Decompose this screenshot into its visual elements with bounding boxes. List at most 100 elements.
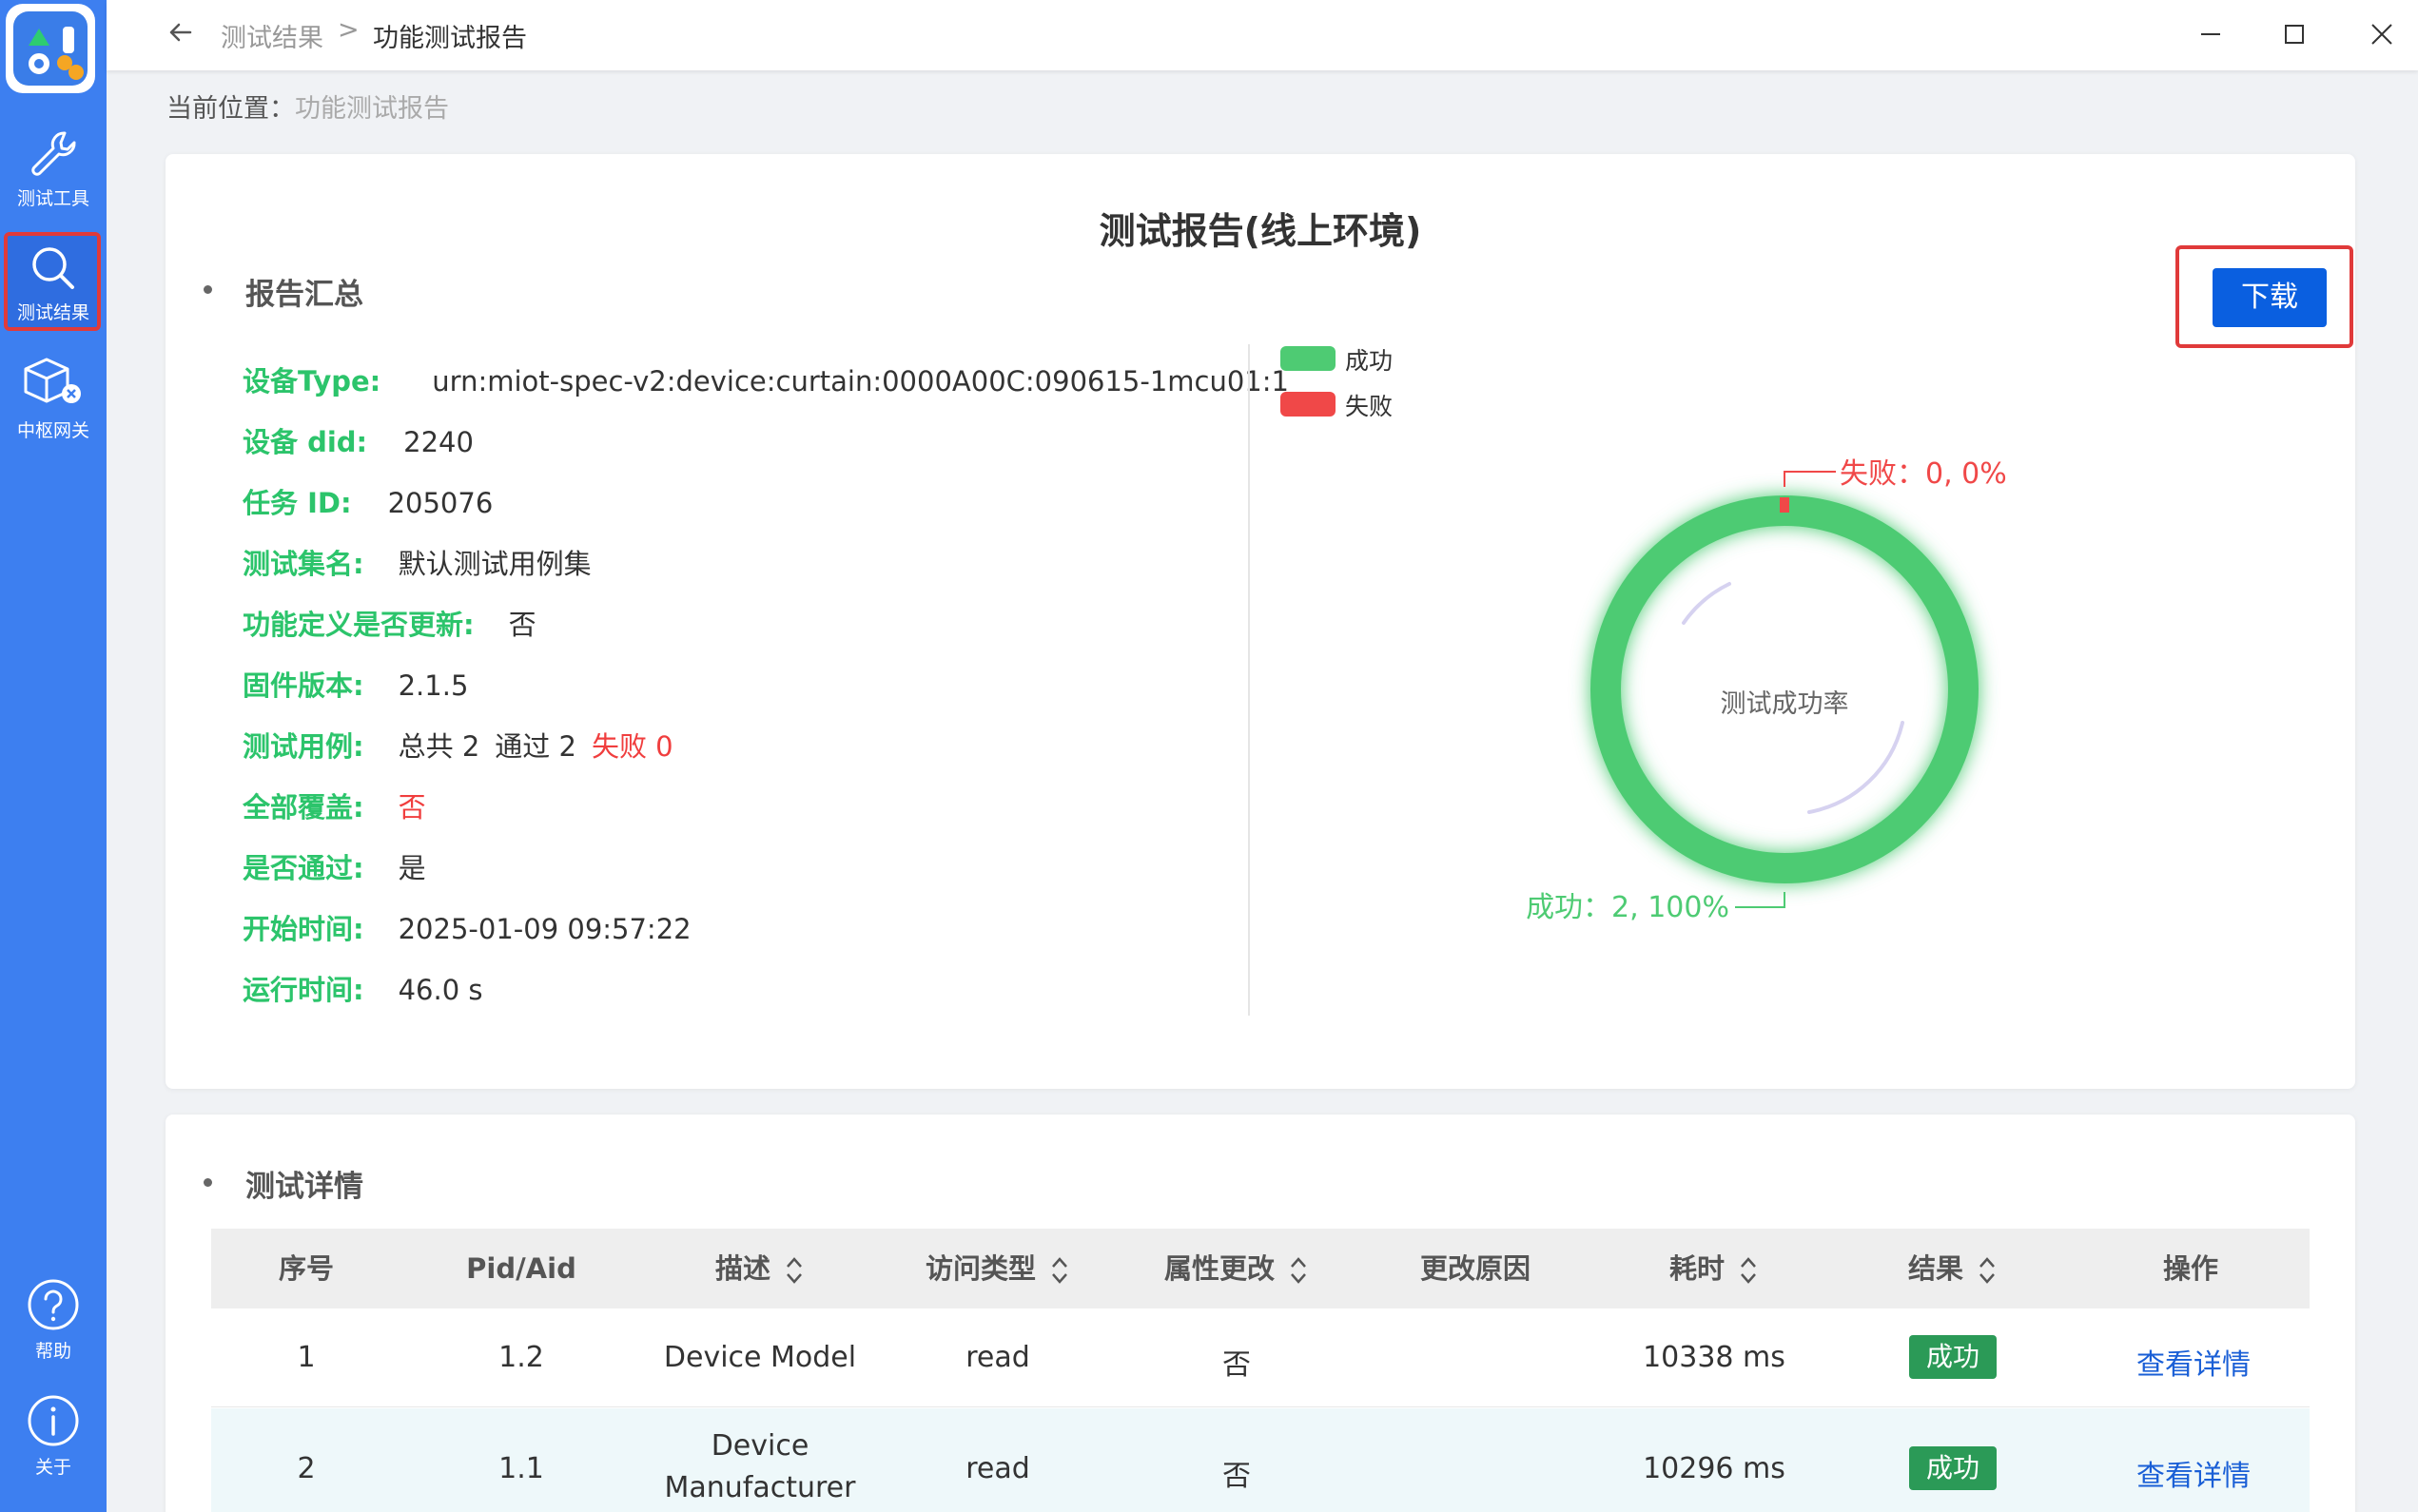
cell-duration: 10338 ms [1643,1341,1785,1374]
sidebar-item-label: 帮助 [34,1341,71,1362]
search-icon [32,247,74,289]
info-test-cases: 测试用例: 总共 2 通过 2 失败 0 [243,725,673,765]
cases-fail: 失败 0 [591,730,673,763]
cases-pass: 通过 2 [495,730,576,763]
legend-swatch-fail[interactable] [1280,392,1336,417]
fail-slice-label: 失败：0, 0% [1840,457,2007,491]
col-label: 属性更改 [1163,1252,1275,1285]
info-label: 是否通过: [243,852,364,884]
view-details-link[interactable]: 查看详情 [2136,1452,2251,1494]
col-index: 序号 [278,1252,334,1285]
col-duration[interactable]: 耗时 [1594,1229,1834,1308]
col-pid-aid: Pid/Aid [466,1252,576,1285]
col-property-changed[interactable]: 属性更改 [1117,1229,1356,1308]
success-label-leader [1735,892,1785,908]
cube-icon [24,358,81,403]
sort-icon[interactable] [1738,1251,1759,1289]
report-title: 测试报告(线上环境) [1099,210,1422,252]
info-spec-updated: 功能定义是否更新: 否 [243,603,536,643]
info-label: 固件版本: [243,669,364,702]
sidebar-item-test-tools[interactable]: 测试工具 [0,118,107,223]
sidebar-item-about[interactable]: 关于 [0,1383,107,1487]
back-arrow-icon[interactable] [164,15,198,49]
sort-icon[interactable] [784,1251,805,1289]
legend-label-fail: 失败 [1345,393,1394,420]
download-button[interactable]: 下载 [2213,268,2327,327]
col-description[interactable]: 描述 [641,1229,879,1308]
title-bar: 测试结果 > 功能测试报告 [107,0,2418,70]
minimize-icon[interactable] [2190,13,2232,55]
info-test-set: 测试集名: 默认测试用例集 [243,542,592,582]
sort-icon[interactable] [1977,1251,1998,1289]
location-value: 功能测试报告 [295,94,449,124]
cell-desc: Device Model [663,1341,857,1374]
info-value: urn:miot-spec-v2:device:curtain:0000A00C… [432,365,1289,397]
info-label: 全部覆盖: [243,791,364,824]
info-value: 205076 [387,487,494,519]
info-label: 测试集名: [243,548,364,580]
sidebar-item-help[interactable]: 帮助 [0,1267,107,1371]
info-did: 设备 did: 2240 [243,420,474,460]
wrench-icon [31,131,76,176]
col-change-reason: 更改原因 [1419,1252,1531,1285]
section-bullet [204,1178,212,1187]
details-section-title: 测试详情 [245,1170,363,1204]
info-value: 否 [508,609,536,641]
cell-index: 1 [297,1341,316,1374]
cell-pid: 1.1 [498,1452,544,1485]
cell-desc: Device [711,1429,809,1463]
fail-label-leader [1784,471,1836,487]
sidebar-item-test-results[interactable]: 测试结果 [0,232,107,337]
breadcrumb-test-results[interactable]: 测试结果 [221,17,323,54]
info-value: 否 [398,791,426,824]
col-result[interactable]: 结果 [1834,1229,2072,1308]
col-label: 访问类型 [925,1252,1036,1285]
col-action: 操作 [2162,1252,2218,1285]
donut-center-label: 测试成功率 [1721,689,1849,719]
cell-index: 2 [297,1452,316,1485]
info-start-time: 开始时间: 2025-01-09 09:57:22 [243,907,692,947]
current-location: 当前位置：功能测试报告 [166,87,449,125]
result-badge: 成功 [1909,1446,1997,1490]
help-icon [28,1279,79,1330]
decorative-arc [1807,721,1904,814]
info-value: 46.0 s [398,974,483,1006]
info-label: 设备 did: [243,426,368,458]
breadcrumb-current: 功能测试报告 [373,24,527,53]
sidebar: 测试工具 测试结果 中枢网关 帮助 关于 [0,0,107,1512]
section-bullet [204,285,212,294]
info-value: 是 [398,852,426,884]
breadcrumb-separator: > [338,15,360,45]
cell-access: read [965,1341,1030,1374]
cases-total: 总共 2 [398,730,480,763]
info-label: 任务 ID: [243,487,352,519]
close-icon[interactable] [2361,13,2403,55]
cell-pid: 1.2 [498,1341,544,1374]
decorative-arc [1682,582,1731,625]
cell-access: read [965,1452,1030,1485]
cell-changed: 否 [1222,1460,1251,1493]
info-label: 测试用例: [243,730,364,763]
view-details-link[interactable]: 查看详情 [2136,1341,2251,1383]
sidebar-item-label: 中枢网关 [16,420,89,441]
cell-changed: 否 [1222,1348,1251,1382]
info-firmware: 固件版本: 2.1.5 [243,664,468,704]
sidebar-item-label: 关于 [34,1457,71,1478]
info-coverage: 全部覆盖: 否 [243,785,426,825]
sort-icon[interactable] [1288,1251,1309,1289]
donut-slice-fail-marker[interactable] [1780,497,1789,513]
legend-swatch-success[interactable] [1280,346,1336,371]
info-icon [28,1395,79,1446]
sort-icon[interactable] [1049,1251,1070,1289]
info-value: 2025-01-09 09:57:22 [398,913,692,945]
col-access-type[interactable]: 访问类型 [879,1229,1117,1308]
vertical-divider [1248,344,1250,1016]
cell-desc-line2: Manufacturer [664,1471,856,1504]
info-label: 功能定义是否更新: [243,609,475,641]
maximize-icon[interactable] [2273,13,2315,55]
location-label: 当前位置： [166,94,295,124]
col-label: 耗时 [1668,1252,1725,1285]
table-header: 序号 Pid/Aid 描述 访问类型 属性更改 更改原因 耗时 结果 操作 [211,1229,2310,1308]
sidebar-item-gateway[interactable]: 中枢网关 [0,346,107,451]
sidebar-item-label: 测试工具 [16,188,89,209]
